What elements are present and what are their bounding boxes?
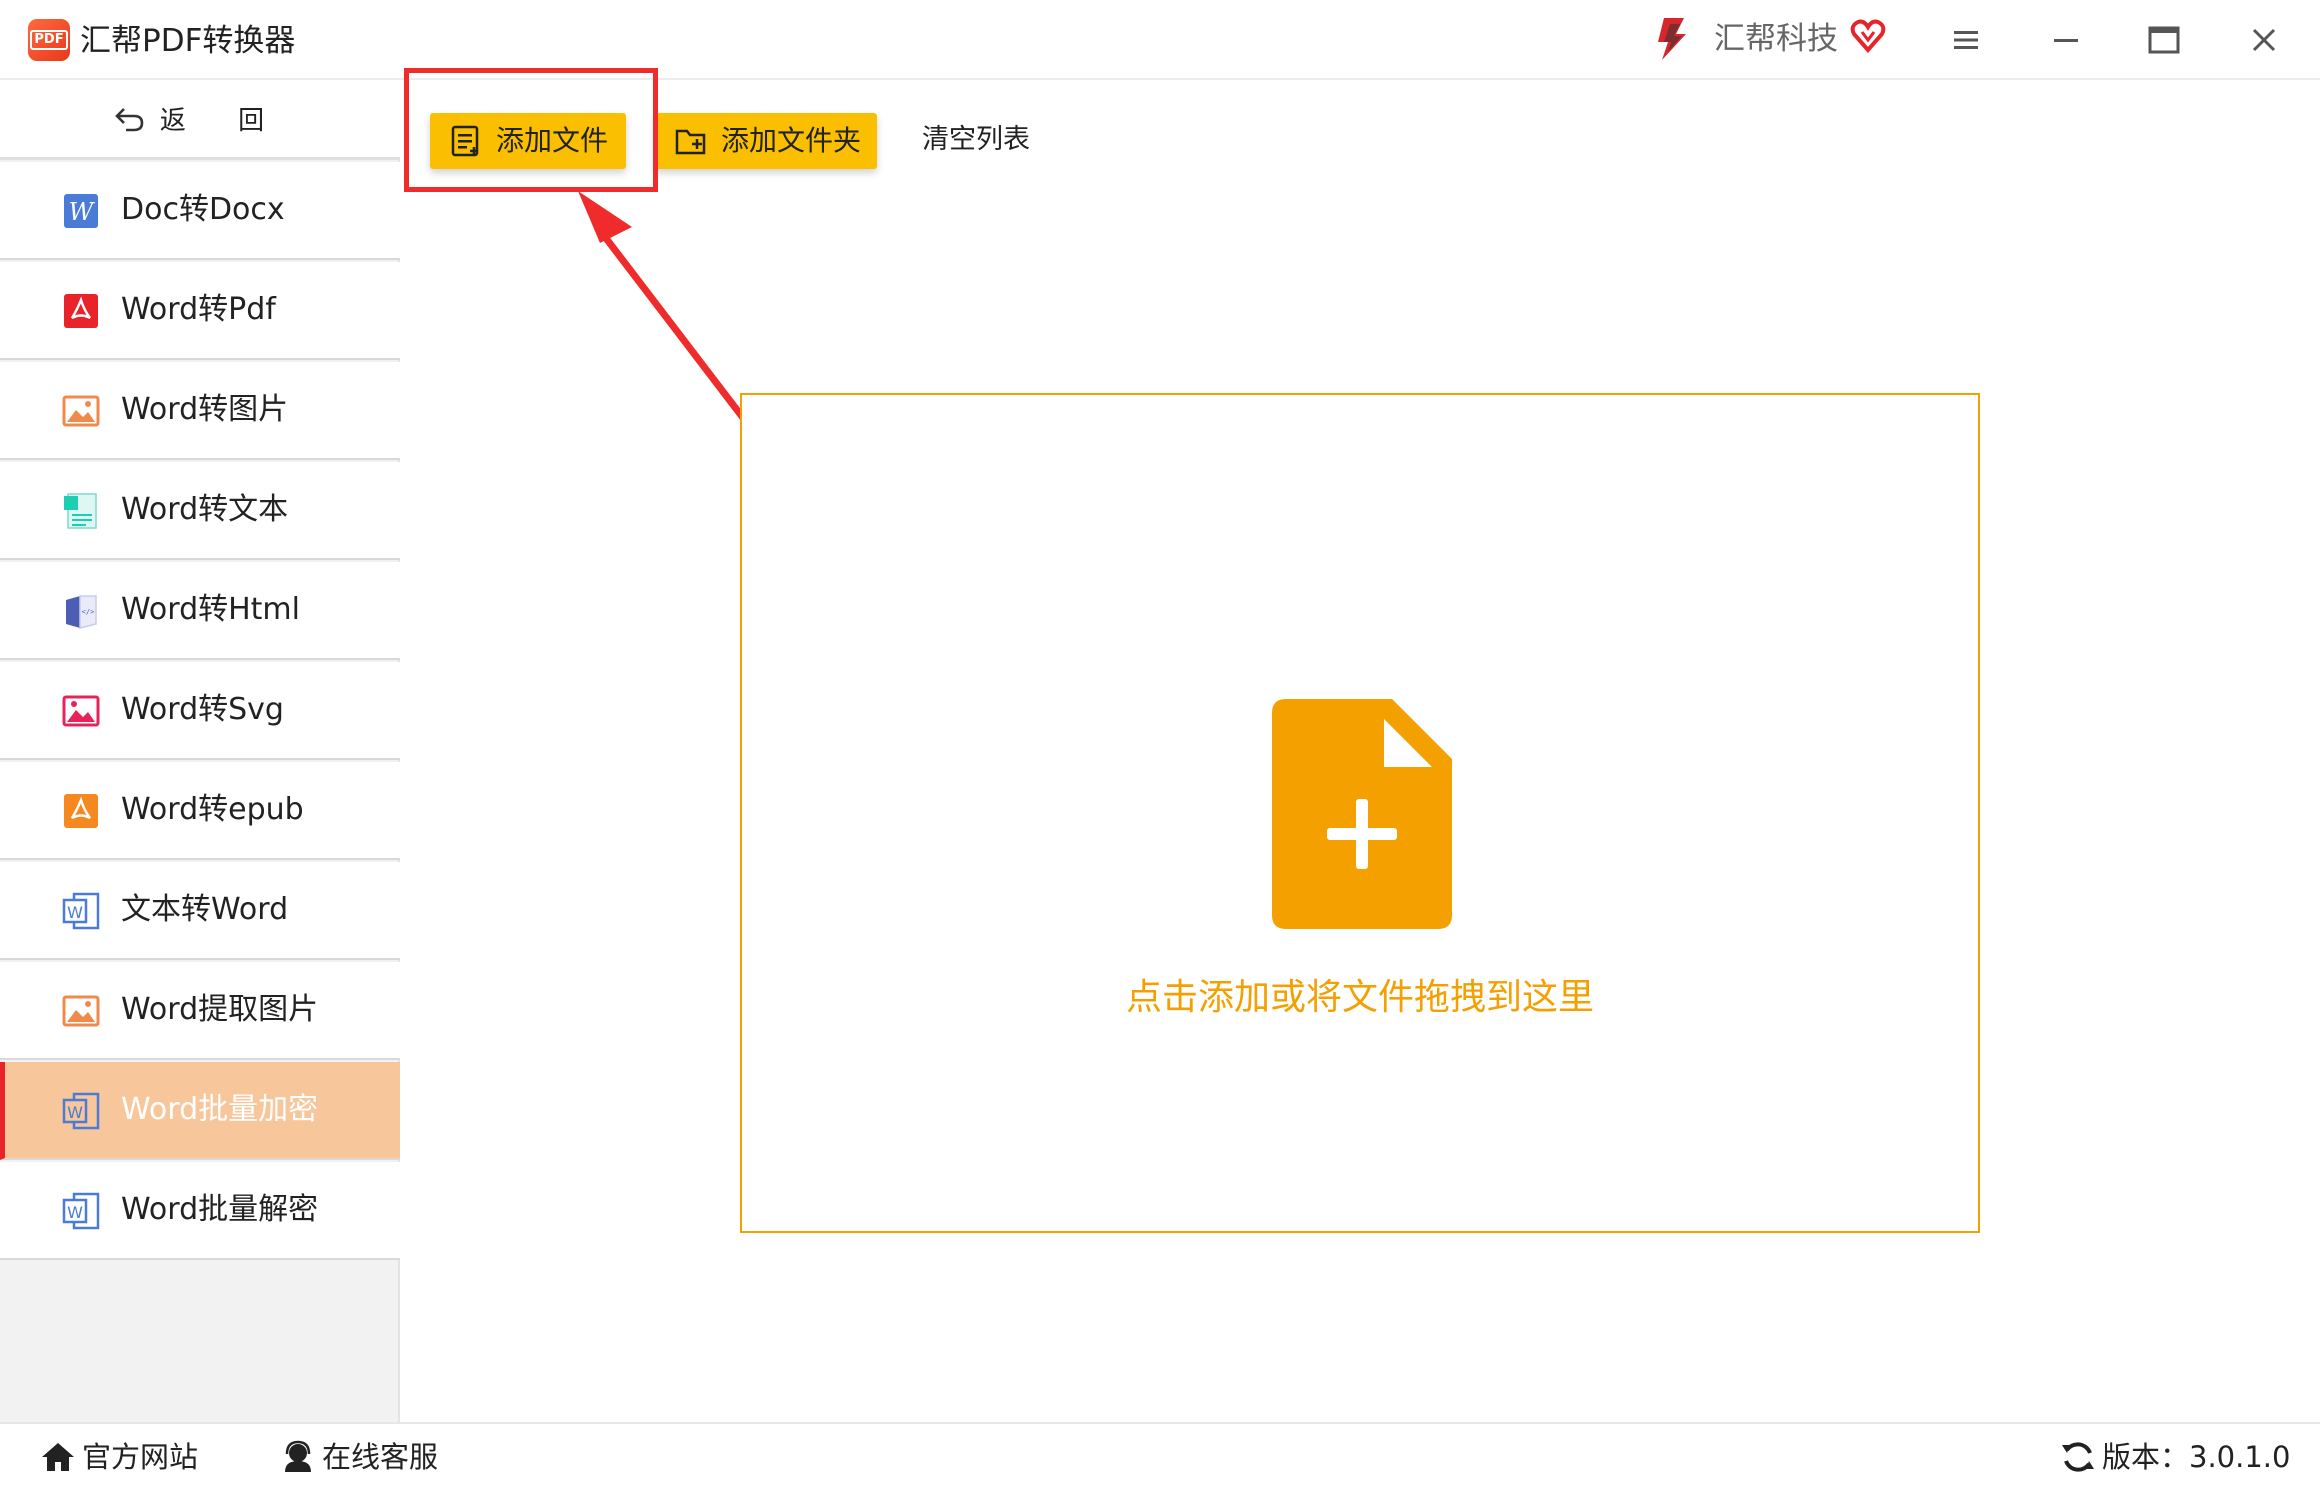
sidebar-item-label: Word批量加密: [121, 1092, 319, 1127]
word-doc-icon: W: [62, 892, 100, 930]
svg-text:W: W: [67, 1203, 83, 1222]
app-logo-icon: PDF: [28, 19, 70, 61]
svg-text:</>: </>: [82, 608, 95, 616]
brand-logo-icon: [1658, 18, 1686, 60]
file-drop-zone[interactable]: 点击添加或将文件拖拽到这里: [740, 393, 1980, 1233]
text-file-icon: [64, 493, 97, 529]
sidebar-item-text-to-word[interactable]: W 文本转Word: [0, 862, 400, 960]
close-icon[interactable]: [2240, 16, 2288, 64]
add-folder-icon: [675, 129, 706, 155]
back-label: 返 回: [159, 106, 287, 136]
vip-heart-icon[interactable]: [1850, 18, 1886, 54]
sidebar-item-label: Word转Html: [121, 592, 300, 627]
app-logo-text: PDF: [30, 30, 68, 50]
app-title: 汇帮PDF转换器: [80, 23, 296, 59]
online-support-link[interactable]: 在线客服: [280, 1436, 438, 1478]
app-window: PDF 汇帮PDF转换器 汇帮科技 返 回 W Doc转Docx Word转Pd…: [0, 0, 2320, 1490]
sidebar-item-word-extract-image[interactable]: Word提取图片: [0, 962, 400, 1060]
menu-icon[interactable]: [1942, 16, 1990, 64]
customer-service-icon: [285, 1440, 311, 1472]
clear-list-button[interactable]: 清空列表: [922, 120, 1030, 160]
pdf-icon: [64, 294, 98, 328]
refresh-icon: [2062, 1442, 2094, 1472]
minimize-icon[interactable]: [2042, 16, 2090, 64]
sidebar-item-label: Word批量解密: [121, 1192, 319, 1227]
home-icon: [42, 1443, 74, 1471]
title-bar: PDF 汇帮PDF转换器 汇帮科技: [0, 0, 2320, 80]
drop-zone-hint: 点击添加或将文件拖拽到这里: [1125, 977, 1594, 1018]
sidebar-item-doc-to-docx[interactable]: W Doc转Docx: [0, 162, 400, 260]
svg-image-icon: [62, 695, 100, 727]
official-website-link[interactable]: 官方网站: [40, 1436, 198, 1478]
image-extract-icon: [62, 995, 100, 1027]
online-support-label: 在线客服: [322, 1440, 439, 1474]
sidebar-item-label: Doc转Docx: [121, 192, 285, 227]
sidebar-item-word-to-svg[interactable]: Word转Svg: [0, 662, 400, 760]
back-button[interactable]: 返 回: [0, 80, 400, 160]
sidebar-item-word-to-html[interactable]: </> Word转Html: [0, 562, 400, 660]
sidebar-item-word-to-pdf[interactable]: Word转Pdf: [0, 262, 400, 360]
image-icon: [62, 395, 100, 427]
sidebar-item-label: Word转文本: [121, 492, 289, 527]
html-book-icon: </>: [66, 595, 97, 629]
add-document-icon: [1272, 699, 1452, 929]
sidebar-item-label: Word提取图片: [121, 992, 319, 1027]
sidebar-item-label: Word转Svg: [121, 692, 284, 727]
word-doc-icon: W: [62, 1092, 100, 1130]
svg-text:W: W: [67, 903, 83, 922]
version-label: 版本：3.0.1.0: [2102, 1440, 2291, 1474]
sidebar-item-word-to-text[interactable]: Word转文本: [0, 462, 400, 560]
svg-text:W: W: [69, 198, 96, 226]
word-icon: W: [64, 194, 98, 228]
sidebar-item-word-to-image[interactable]: Word转图片: [0, 362, 400, 460]
back-arrow-icon: [115, 107, 144, 131]
version-info[interactable]: 版本：3.0.1.0: [2060, 1436, 2290, 1478]
footer-bar: 官方网站 在线客服 版本：3.0.1.0: [0, 1422, 2320, 1490]
add-file-button[interactable]: 添加文件: [430, 113, 626, 169]
epub-icon: [64, 794, 98, 828]
add-file-icon: [451, 125, 479, 157]
sidebar-item-word-batch-encrypt[interactable]: W Word批量加密: [0, 1062, 400, 1160]
add-file-label: 添加文件: [496, 124, 609, 157]
sidebar: 返 回 W Doc转Docx Word转Pdf Word转图片 Word转文本 …: [0, 80, 400, 1422]
sidebar-item-label: Word转Pdf: [121, 292, 276, 327]
sidebar-item-label: Word转epub: [121, 792, 304, 827]
official-website-label: 官方网站: [82, 1440, 199, 1474]
annotation-arrow-icon: [578, 191, 753, 430]
add-folder-label: 添加文件夹: [721, 124, 862, 157]
brand-name: 汇帮科技: [1714, 21, 1838, 57]
sidebar-item-word-to-epub[interactable]: Word转epub: [0, 762, 400, 860]
add-folder-button[interactable]: 添加文件夹: [655, 113, 877, 169]
sidebar-item-word-batch-decrypt[interactable]: W Word批量解密: [0, 1162, 400, 1260]
maximize-icon[interactable]: [2140, 16, 2188, 64]
svg-text:W: W: [67, 1103, 83, 1122]
sidebar-item-label: 文本转Word: [121, 892, 289, 927]
word-doc-icon: W: [62, 1192, 100, 1230]
sidebar-item-label: Word转图片: [121, 392, 289, 427]
